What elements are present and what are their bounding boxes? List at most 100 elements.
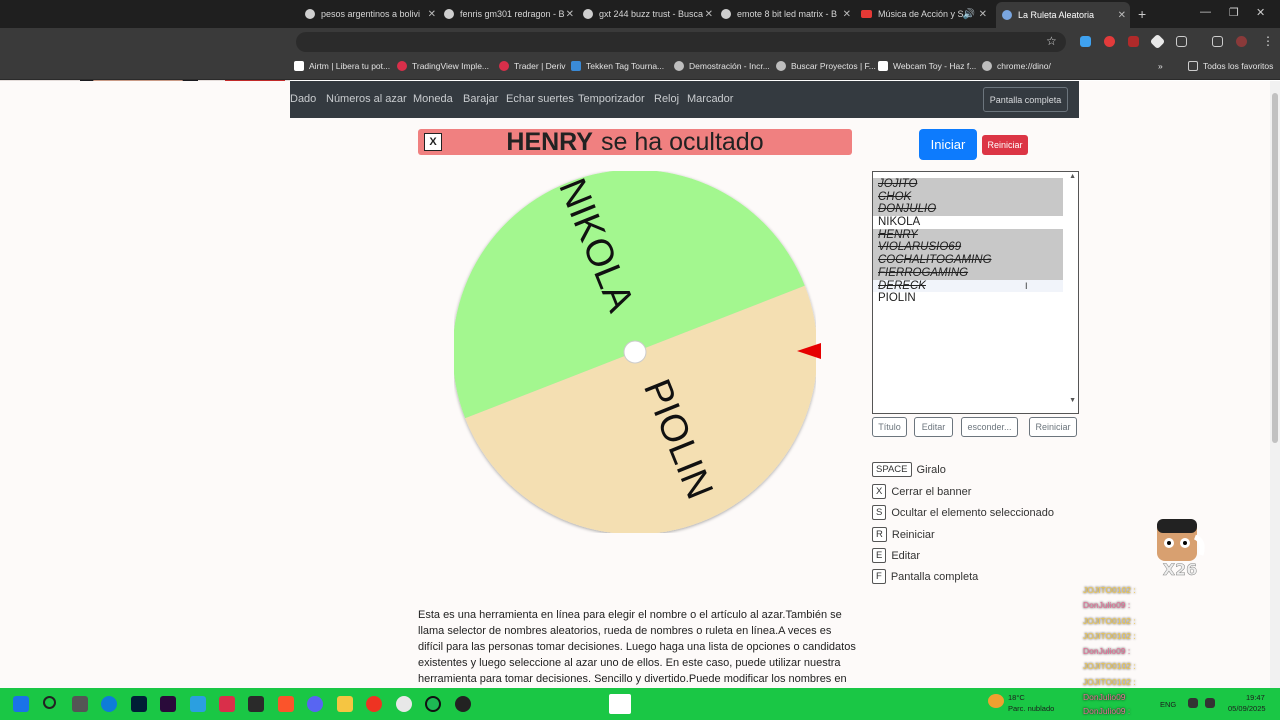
discord-icon[interactable] bbox=[307, 696, 323, 712]
more-bookmarks-icon[interactable]: » bbox=[1158, 61, 1163, 71]
extensions-puzzle-icon[interactable] bbox=[1176, 36, 1187, 47]
address-bar[interactable] bbox=[296, 32, 1066, 52]
text-cursor-icon: I bbox=[1025, 281, 1028, 291]
close-icon[interactable]: ✕ bbox=[705, 9, 713, 20]
list-item[interactable]: VIOLARUSIO69 bbox=[873, 241, 1063, 255]
bookmark-item[interactable]: Trader | Deriv bbox=[499, 61, 566, 71]
bookmark-item[interactable]: Buscar Proyectos | F... bbox=[776, 61, 876, 71]
extension-icon[interactable] bbox=[1104, 36, 1115, 47]
scrollbar-thumb[interactable] bbox=[1272, 93, 1278, 443]
names-textarea[interactable]: JOJITO CHOK DONJULIO NIKOLA HENRY VIOLAR… bbox=[872, 171, 1079, 414]
extension-icon[interactable] bbox=[1128, 36, 1139, 47]
browser-tab[interactable]: Música de Acción y S 🔊 ✕ bbox=[861, 4, 991, 24]
extension-icon[interactable] bbox=[1080, 36, 1091, 47]
shortcut-key: X bbox=[872, 484, 887, 499]
list-reset-button[interactable]: Reiniciar bbox=[1029, 417, 1077, 437]
browser-tab[interactable]: emote 8 bit led matrix - B ✕ bbox=[721, 4, 855, 24]
store-icon[interactable] bbox=[190, 696, 206, 712]
list-item[interactable]: PIOLIN bbox=[873, 292, 1063, 305]
browser-tab[interactable]: pesos argentinos a bolivi ✕ bbox=[305, 4, 440, 24]
extension-icon[interactable] bbox=[1149, 33, 1166, 50]
bookmark-item[interactable]: Webcam Toy - Haz f... bbox=[878, 61, 976, 71]
browser-tab-active[interactable]: La Ruleta Aleatoria ✕ bbox=[996, 2, 1130, 28]
deriv-app-icon[interactable] bbox=[219, 696, 235, 712]
title-button[interactable]: Título bbox=[872, 417, 907, 437]
open-window-thumbnail[interactable] bbox=[609, 694, 631, 714]
clock-date[interactable]: 05/09/2025 bbox=[1228, 704, 1266, 713]
speaker-icon[interactable]: 🔊 bbox=[963, 9, 975, 20]
game-app-icon[interactable] bbox=[248, 696, 264, 712]
restore-icon[interactable]: ❐ bbox=[1229, 6, 1239, 19]
bookmark-label: chrome://dino/ bbox=[997, 61, 1051, 71]
file-explorer-icon[interactable] bbox=[337, 696, 353, 712]
bookmark-item[interactable]: Airtm | Libera tu pot... bbox=[294, 61, 390, 71]
list-item[interactable]: DERECK bbox=[873, 279, 1063, 293]
edge-icon[interactable] bbox=[101, 696, 117, 712]
bookmark-item[interactable]: Tekken Tag Tourna... bbox=[571, 61, 664, 71]
nav-link-moneda[interactable]: Moneda bbox=[413, 93, 453, 105]
opera-icon[interactable] bbox=[366, 696, 382, 712]
obs-icon[interactable] bbox=[455, 696, 471, 712]
brave-icon[interactable] bbox=[278, 696, 294, 712]
bookmark-item[interactable]: TradingView Imple... bbox=[397, 61, 489, 71]
volume-icon[interactable] bbox=[1205, 698, 1215, 708]
list-item[interactable]: FIERROGAMING bbox=[873, 266, 1063, 280]
spotify-icon[interactable] bbox=[425, 696, 441, 712]
close-icon[interactable]: ✕ bbox=[979, 9, 987, 20]
all-bookmarks[interactable]: Todos los favoritos bbox=[1188, 61, 1273, 71]
browser-tab[interactable]: gxt 244 buzz trust - Busca ✕ bbox=[583, 4, 717, 24]
close-icon[interactable]: ✕ bbox=[428, 9, 436, 20]
chat-message: DonJulio09 : bbox=[1083, 706, 1131, 716]
list-item[interactable]: HENRY bbox=[873, 228, 1063, 242]
minimize-icon[interactable]: — bbox=[1200, 6, 1211, 18]
weather-description[interactable]: Parc. nublado bbox=[1008, 704, 1054, 713]
kebab-menu-icon[interactable]: ⋮ bbox=[1262, 34, 1274, 48]
list-item[interactable]: CHOK bbox=[873, 190, 1063, 204]
list-item[interactable]: DONJULIO bbox=[873, 203, 1063, 217]
language-indicator[interactable]: ENG bbox=[1160, 700, 1176, 709]
wifi-icon[interactable] bbox=[1188, 698, 1198, 708]
nav-link-reloj[interactable]: Reloj bbox=[654, 93, 679, 105]
shortcut-row: S Ocultar el elemento seleccionado bbox=[872, 505, 1054, 520]
nav-link-dado[interactable]: Dado bbox=[290, 93, 316, 105]
page-scrollbar[interactable] bbox=[1270, 81, 1280, 688]
edit-button[interactable]: Editar bbox=[914, 417, 953, 437]
close-icon[interactable]: ✕ bbox=[566, 9, 574, 20]
weather-temperature[interactable]: 18°C bbox=[1008, 693, 1025, 702]
nav-link-temporizador[interactable]: Temporizador bbox=[578, 93, 645, 105]
nav-link-barajar[interactable]: Barajar bbox=[463, 93, 498, 105]
webcam-toy-icon bbox=[878, 61, 888, 71]
bookmark-item[interactable]: Demostración - Incr... bbox=[674, 61, 770, 71]
clock-time[interactable]: 19:47 bbox=[1246, 693, 1265, 702]
profile-avatar[interactable] bbox=[1236, 36, 1247, 47]
nav-link-marcador[interactable]: Marcador bbox=[687, 93, 733, 105]
bookmark-star-icon[interactable]: ☆ bbox=[1046, 34, 1057, 48]
start-button[interactable]: Iniciar bbox=[919, 129, 977, 160]
scroll-up-icon[interactable]: ▲ bbox=[1069, 173, 1076, 180]
browser-tab[interactable]: fenris gm301 redragon - B ✕ bbox=[444, 4, 578, 24]
photoshop-icon[interactable] bbox=[131, 696, 147, 712]
nav-link-echar-suertes[interactable]: Echar suertes bbox=[506, 93, 574, 105]
close-icon[interactable]: ✕ bbox=[1118, 10, 1126, 21]
task-view-icon[interactable] bbox=[72, 696, 88, 712]
reading-list-icon[interactable] bbox=[1212, 36, 1223, 47]
close-icon[interactable]: ✕ bbox=[843, 9, 851, 20]
search-icon[interactable] bbox=[43, 696, 56, 709]
premiere-icon[interactable] bbox=[160, 696, 176, 712]
window-close-icon[interactable]: ✕ bbox=[1256, 6, 1265, 19]
scroll-down-icon[interactable]: ▼ bbox=[1069, 397, 1076, 404]
banner-close-button[interactable]: X bbox=[424, 133, 442, 151]
shortcut-key: SPACE bbox=[872, 462, 912, 477]
nav-link-numeros[interactable]: Números al azar bbox=[326, 93, 407, 105]
chrome-icon[interactable] bbox=[396, 696, 412, 712]
fullscreen-button[interactable]: Pantalla completa bbox=[983, 87, 1068, 112]
windows-start-icon[interactable] bbox=[13, 696, 29, 712]
list-item[interactable]: JOJITO bbox=[873, 178, 1063, 191]
hide-button[interactable]: esconder... bbox=[961, 417, 1018, 437]
new-tab-button[interactable]: + bbox=[1138, 6, 1146, 22]
list-item[interactable]: NIKOLA bbox=[873, 216, 1063, 229]
roulette-wheel[interactable]: NIKOLA PIOLIN bbox=[454, 171, 816, 533]
bookmark-item[interactable]: chrome://dino/ bbox=[982, 61, 1051, 71]
reset-button[interactable]: Reiniciar bbox=[982, 135, 1028, 155]
list-item[interactable]: COCHALITOGAMING bbox=[873, 254, 1063, 267]
